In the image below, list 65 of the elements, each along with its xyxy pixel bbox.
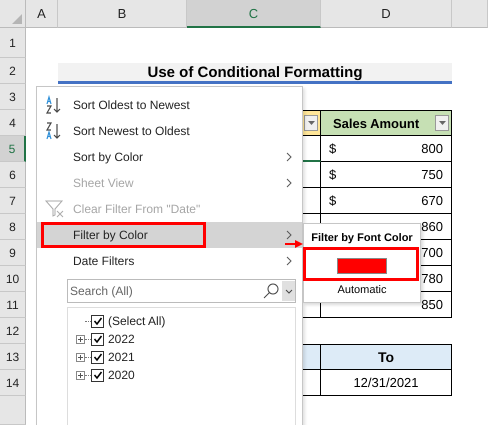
row-header[interactable]: 13 (0, 344, 26, 370)
filter-option: (Select All) (108, 314, 166, 328)
currency-sign: $ (329, 167, 336, 182)
row-header[interactable]: 11 (0, 292, 26, 318)
row-header[interactable]: 14 (0, 370, 26, 396)
menu-item[interactable]: Sort Newest to Oldest (37, 118, 302, 144)
expand-icon[interactable] (76, 370, 85, 380)
row-header[interactable]: 2 (0, 58, 26, 84)
currency-sign: $ (329, 141, 336, 156)
checkbox[interactable] (91, 350, 104, 364)
menu-item[interactable]: Date Filters (37, 248, 302, 274)
caret-icon (308, 121, 314, 125)
row-header[interactable]: 8 (0, 214, 26, 240)
submenu-title: Filter by Font Color (311, 232, 413, 244)
menu-item[interactable]: Sort Oldest to Newest (37, 92, 302, 118)
row-header[interactable]: 9 (0, 240, 26, 266)
filter-dropdown-button[interactable] (304, 115, 318, 131)
column-header[interactable]: B (58, 0, 187, 28)
column-header[interactable]: A (26, 0, 58, 28)
caret-icon (438, 121, 446, 125)
dropdown-button[interactable] (282, 281, 295, 301)
row-header[interactable]: 10 (0, 266, 26, 292)
column-header[interactable]: C (187, 0, 321, 28)
clear-filter-icon (45, 199, 65, 219)
amount-value: 700 (421, 245, 443, 260)
amount-value: 850 (421, 297, 443, 312)
caret-icon (284, 288, 292, 294)
column-header[interactable]: D (321, 0, 452, 28)
filter-option: 2021 (108, 350, 135, 364)
color-swatch[interactable] (337, 258, 387, 274)
filter-option: 2022 (108, 332, 135, 346)
amount-value: 670 (421, 193, 443, 208)
corner-triangle-icon (11, 13, 23, 25)
row-header[interactable]: 3 (0, 84, 26, 110)
row-header[interactable]: 12 (0, 318, 26, 344)
sheet-title: Use of Conditional Formatting (58, 63, 452, 84)
row-header[interactable]: 4 (0, 110, 26, 136)
chevron-right-icon (286, 256, 292, 266)
amount-value: 750 (421, 167, 443, 182)
amount-value: 780 (421, 271, 443, 286)
row-header[interactable]: 7 (0, 188, 26, 214)
table-header-cell: To (321, 344, 452, 370)
amount-value: 860 (421, 219, 443, 234)
expand-icon[interactable] (76, 352, 85, 362)
checkbox[interactable] (91, 332, 104, 346)
row-header[interactable]: 6 (0, 162, 26, 188)
filter-dropdown-button[interactable] (435, 115, 449, 131)
menu-item[interactable]: Sort by Color (37, 144, 302, 170)
arrow-icon (285, 240, 303, 248)
row-header[interactable]: 1 (0, 28, 26, 58)
checkbox[interactable] (91, 368, 104, 382)
checkbox[interactable] (91, 314, 104, 328)
expand-icon[interactable] (76, 334, 85, 344)
amount-value: 800 (421, 141, 443, 156)
filter-option: 2020 (108, 368, 135, 382)
search-box[interactable]: Search (All) (67, 279, 296, 303)
automatic-option[interactable]: Automatic (338, 284, 386, 296)
currency-sign: $ (329, 193, 336, 208)
table-cell: 12/31/2021 (321, 370, 452, 396)
chevron-right-icon (286, 178, 292, 188)
search-icon (262, 282, 280, 300)
chevron-right-icon (286, 230, 292, 240)
sales-amount-header: Sales Amount (333, 116, 420, 130)
row-header[interactable]: 5 (0, 136, 26, 162)
chevron-right-icon (286, 152, 292, 162)
